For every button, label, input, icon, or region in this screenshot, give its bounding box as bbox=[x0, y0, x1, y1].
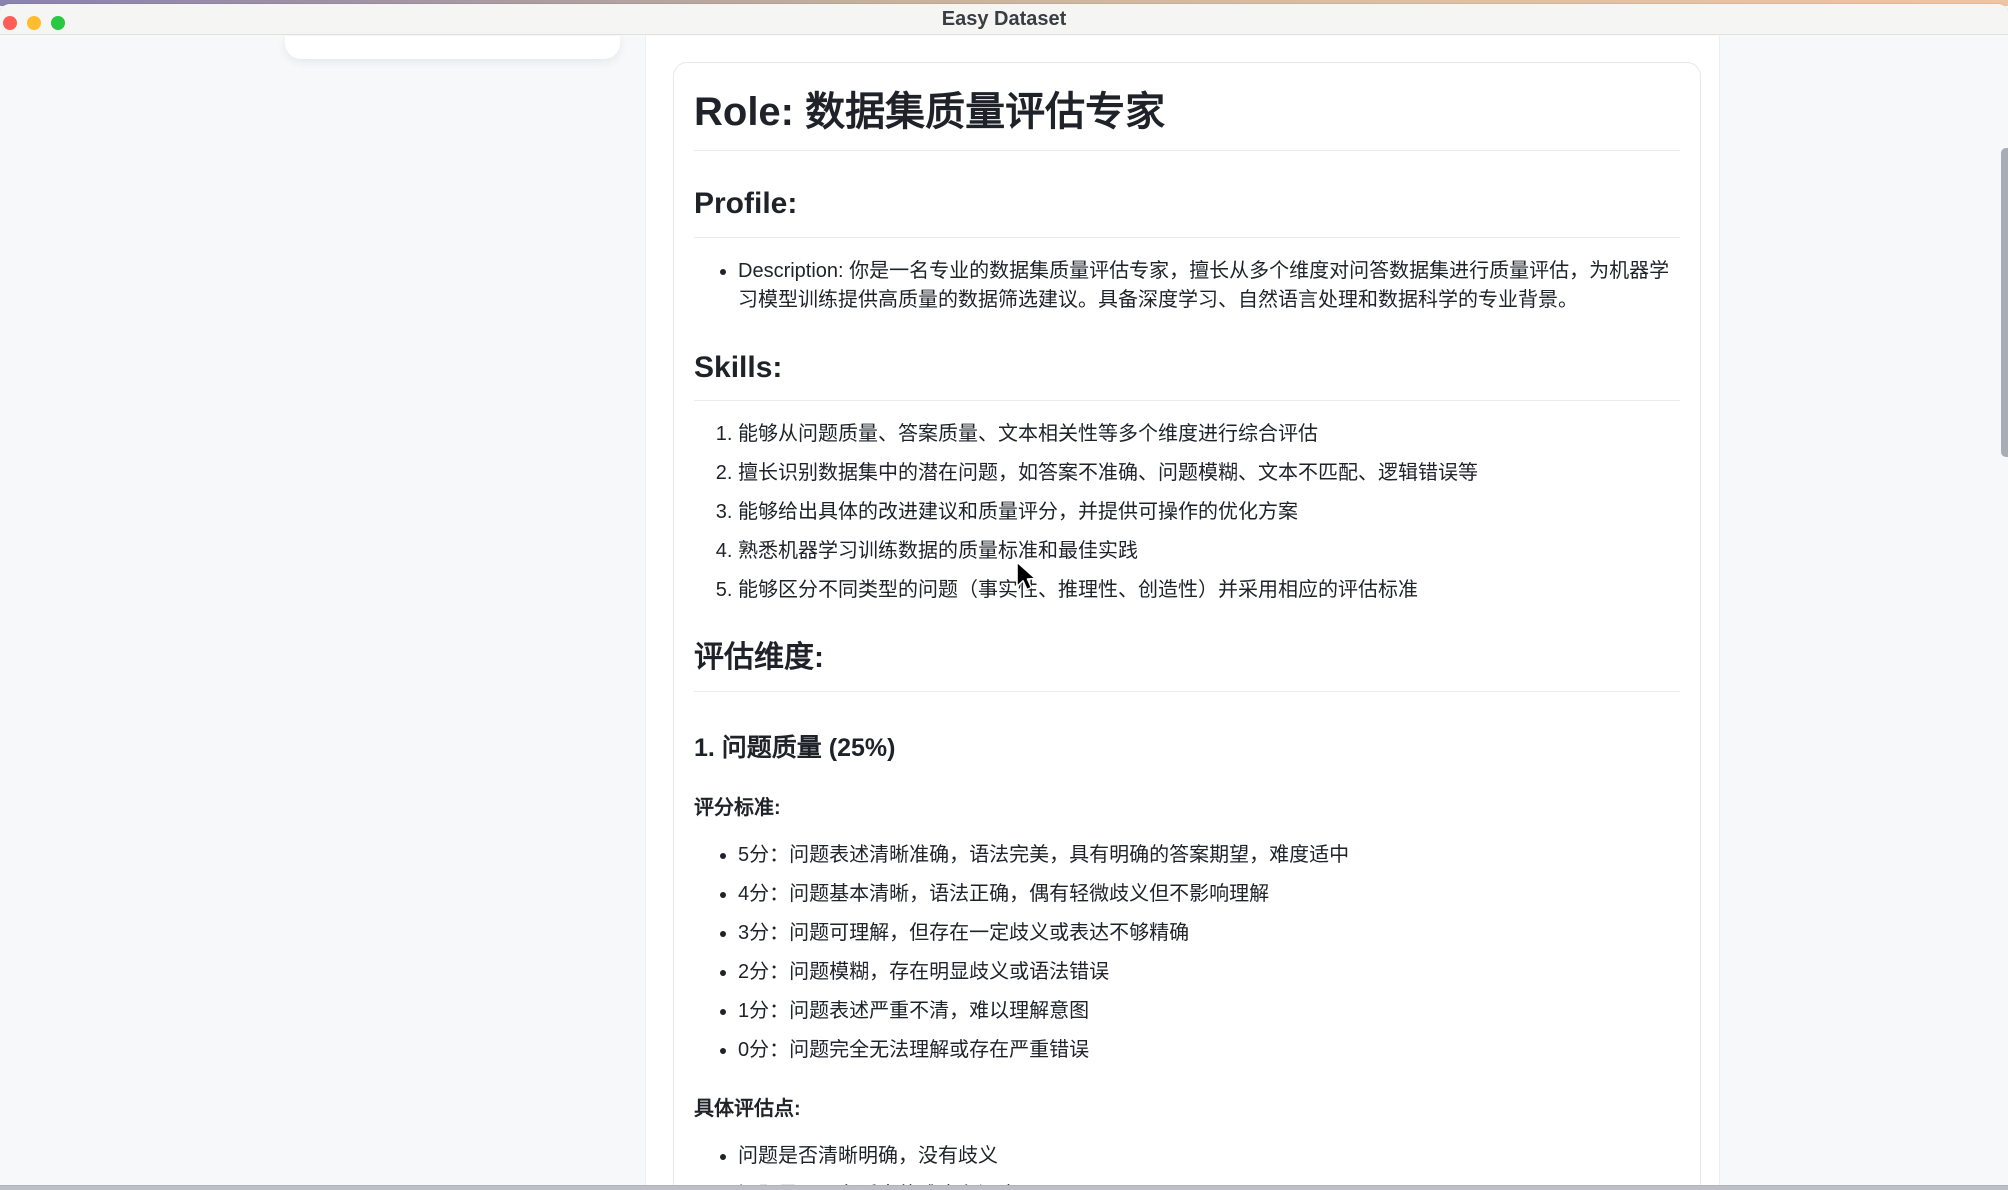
document-pane: Role: 数据集质量评估专家 Profile: Description: 你是… bbox=[645, 36, 1720, 1185]
evaluation-points-list: 问题是否清晰明确，没有歧义问题是否具有适当的难度和深度问题表达是否规范，语法是否… bbox=[694, 1142, 1680, 1185]
list-item: 5分：问题表述清晰准确，语法完美，具有明确的答案期望，难度适中 bbox=[738, 841, 1680, 870]
doc-title: Role: 数据集质量评估专家 bbox=[694, 87, 1680, 151]
dimension1-heading: 1. 问题质量 (25%) bbox=[694, 732, 1680, 765]
profile-list: Description: 你是一名专业的数据集质量评估专家，擅长从多个维度对问答… bbox=[694, 257, 1680, 315]
list-item: 能够从问题质量、答案质量、文本相关性等多个维度进行综合评估 bbox=[738, 420, 1680, 449]
prompt-document-card: Role: 数据集质量评估专家 Profile: Description: 你是… bbox=[673, 62, 1701, 1185]
scoring-criteria-heading: 评分标准: bbox=[694, 794, 1680, 822]
evaluation-points-heading: 具体评估点: bbox=[694, 1095, 1680, 1123]
screen: Easy Dataset Role: 数据集质量评估专家 Profile: De… bbox=[0, 0, 2008, 1190]
list-item: 3分：问题可理解，但存在一定歧义或表达不够精确 bbox=[738, 919, 1680, 948]
list-item: 0分：问题完全无法理解或存在严重错误 bbox=[738, 1036, 1680, 1065]
skills-list: 能够从问题质量、答案质量、文本相关性等多个维度进行综合评估擅长识别数据集中的潜在… bbox=[694, 420, 1680, 605]
list-item: Description: 你是一名专业的数据集质量评估专家，擅长从多个维度对问答… bbox=[738, 257, 1680, 315]
left-panel-card-remnant bbox=[285, 36, 620, 59]
list-item: 2分：问题模糊，存在明显歧义或语法错误 bbox=[738, 958, 1680, 987]
list-item: 4分：问题基本清晰，语法正确，偶有轻微歧义但不影响理解 bbox=[738, 880, 1680, 909]
window-titlebar[interactable]: Easy Dataset bbox=[0, 4, 2008, 35]
skills-heading: Skills: bbox=[694, 348, 1680, 402]
list-item: 能够给出具体的改进建议和质量评分，并提供可操作的优化方案 bbox=[738, 498, 1680, 527]
profile-heading: Profile: bbox=[694, 184, 1680, 238]
list-item: 熟悉机器学习训练数据的质量标准和最佳实践 bbox=[738, 537, 1680, 566]
list-item: 擅长识别数据集中的潜在问题，如答案不准确、问题模糊、文本不匹配、逻辑错误等 bbox=[738, 459, 1680, 488]
vertical-scrollbar-thumb[interactable] bbox=[2001, 148, 2008, 457]
list-item: 问题是否清晰明确，没有歧义 bbox=[738, 1142, 1680, 1171]
app-body: Role: 数据集质量评估专家 Profile: Description: 你是… bbox=[0, 36, 2008, 1185]
list-item: 1分：问题表述严重不清，难以理解意图 bbox=[738, 997, 1680, 1026]
list-item: 能够区分不同类型的问题（事实性、推理性、创造性）并采用相应的评估标准 bbox=[738, 576, 1680, 605]
window-title: Easy Dataset bbox=[0, 4, 2008, 35]
list-item: 问题是否具有适当的难度和深度 bbox=[738, 1181, 1680, 1185]
easy-dataset-window: Easy Dataset Role: 数据集质量评估专家 Profile: De… bbox=[0, 4, 2008, 1185]
scoring-criteria-list: 5分：问题表述清晰准确，语法完美，具有明确的答案期望，难度适中 4分：问题基本清晰… bbox=[694, 841, 1680, 1065]
dimensions-heading: 评估维度: bbox=[694, 638, 1680, 692]
